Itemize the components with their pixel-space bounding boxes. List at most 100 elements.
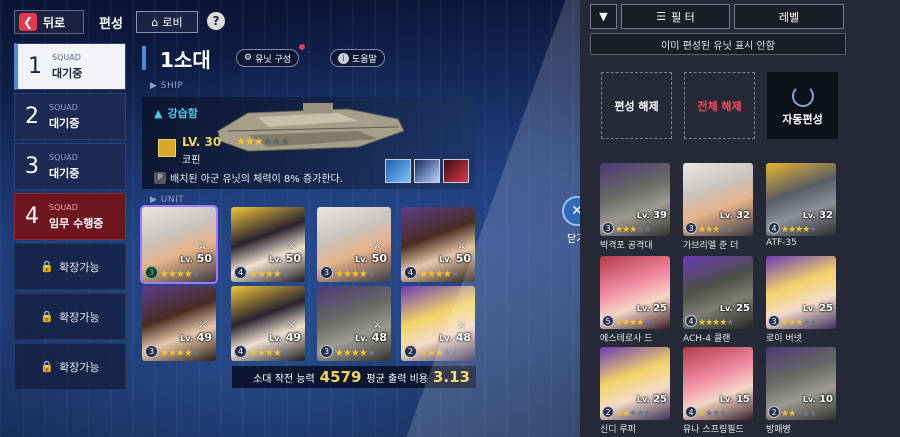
unit-config-label: 유닛 구성 — [255, 54, 292, 65]
locked-slot-1[interactable]: 🔒 확장가능 — [14, 243, 126, 290]
unit-level: Lv. 50 — [355, 252, 387, 265]
roster-name: 유나 스프링필드 — [683, 425, 744, 435]
unit-level: Lv. 49 — [180, 331, 212, 344]
roster-rank: 4 — [685, 315, 697, 327]
unit-level: Lv. 48 — [439, 331, 471, 344]
locked-slot-label: 확장가능 — [59, 310, 100, 324]
unit-config-button[interactable]: ⚙ 유닛 구성 — [236, 49, 300, 67]
roster-stars: ★★★★★ — [615, 225, 651, 235]
ship-panel[interactable]: ▲ 강습함 LV. 30 ★★★★★★ 코핀 P 배치된 아군 유닛의 체력이 … — [142, 97, 475, 189]
sort-select[interactable]: 레벨 — [734, 4, 844, 29]
unit-card-5[interactable]: ⚔ Lv. 49 3 ★★★★★ — [142, 286, 216, 361]
roster-level: Lv. 10 — [802, 394, 833, 405]
squad-number: 4 — [25, 204, 39, 229]
squad-number: 3 — [25, 154, 39, 179]
unit-rank: 3 — [145, 345, 158, 358]
back-button[interactable]: ❮ 뒤로 — [14, 10, 84, 34]
roster-level: Lv. 25 — [802, 303, 833, 314]
unit-card-8[interactable]: ⚔ Lv. 48 2 ★★★★★ — [401, 286, 475, 361]
page-title: 편성 — [99, 17, 123, 32]
squad-tab-1[interactable]: 1 SQUAD 대기중 — [14, 43, 126, 90]
squad-tag: SQUAD — [49, 203, 78, 212]
roster-card-7[interactable]: Lv. 25 2 ★★★★★ — [600, 347, 670, 420]
sort-order-button[interactable]: ▼ — [590, 4, 617, 29]
unit-card-1[interactable]: ⚔ Lv. 50 3 ★★★★★ — [140, 205, 218, 284]
squad-tab-3[interactable]: 3 SQUAD 대기중 — [14, 143, 126, 190]
auto-assign-label: 자동편성 — [782, 112, 823, 126]
release-all-button[interactable]: 전체 해제 — [684, 72, 755, 139]
locked-slot-2[interactable]: 🔒 확장가능 — [14, 293, 126, 340]
help-button[interactable]: ? — [207, 12, 225, 30]
unit-stars: ★★★★★ — [160, 269, 201, 280]
locked-slot-3[interactable]: 🔒 확장가능 — [14, 343, 126, 390]
squad-power-bar: 소대 작전 능력 4579 평균 출력 비용 3.13 — [232, 366, 476, 388]
roster-name: ATF-35 — [766, 238, 797, 248]
hide-assigned-toggle[interactable]: 이미 편성된 유닛 표시 안함 — [590, 33, 846, 55]
lock-icon: 🔒 — [40, 310, 55, 323]
ship-section-label: ▶ SHIP — [150, 81, 183, 91]
filter-button[interactable]: ☰ 필 터 — [621, 4, 730, 29]
back-label: 뒤로 — [43, 15, 66, 30]
caret-down-icon: ▼ — [599, 10, 608, 23]
unit-icon: ▶ — [150, 195, 158, 205]
skill-shield-icon[interactable] — [385, 159, 411, 183]
unit-level: Lv. 49 — [269, 331, 301, 344]
roster-card-8[interactable]: Lv. 15 4 ★★★★★ — [683, 347, 753, 420]
roster-card-5[interactable]: Lv. 25 4 ★★★★★ — [683, 256, 753, 329]
assault-ship-icon: ▲ — [154, 106, 163, 120]
unit-card-2[interactable]: ⚔ Lv. 50 4 ★★★★★ — [231, 207, 305, 282]
roster-rank: 3 — [685, 222, 697, 234]
unit-stars: ★★★★★ — [419, 348, 460, 359]
info-icon: i — [338, 52, 349, 64]
refresh-icon — [791, 84, 814, 107]
locked-slot-label: 확장가능 — [59, 360, 100, 374]
roster-panel: ▼ ☰ 필 터 레벨 이미 편성된 유닛 표시 안함 편성 해제 전체 해제 자… — [580, 0, 900, 437]
unit-card-4[interactable]: ⚔ Lv. 50 4 ★★★★★ — [401, 207, 475, 282]
roster-rank: 3 — [602, 222, 614, 234]
squad-list: 1 SQUAD 대기중 2 SQUAD 대기중 3 SQUAD 대기중 4 SQ… — [14, 43, 126, 393]
unit-rank: 4 — [234, 266, 247, 279]
lock-icon: 🔒 — [40, 360, 55, 373]
roster-rank: 5 — [602, 315, 614, 327]
squad-name: 1소대 — [160, 48, 211, 72]
squad-number: 2 — [25, 104, 39, 129]
roster-card-3[interactable]: Lv. 32 4 ★★★★★ — [766, 163, 836, 236]
lobby-button[interactable]: ⌂ 로비 — [136, 11, 198, 33]
notification-dot — [299, 44, 305, 50]
help-guide-button[interactable]: i 도움말 — [330, 49, 385, 67]
unit-stars: ★★★★★ — [160, 348, 201, 359]
unit-stars: ★★★★★ — [335, 269, 376, 280]
roster-card-9[interactable]: Lv. 10 2 ★★★★★ — [766, 347, 836, 420]
roster-stars: ★★★★★ — [615, 318, 651, 328]
filter-label: 필 터 — [671, 10, 695, 24]
roster-level: Lv. 15 — [719, 394, 750, 405]
gear-icon: ⚙ — [244, 53, 253, 63]
squad-status: 대기중 — [49, 167, 80, 180]
roster-card-2[interactable]: Lv. 32 3 ★★★★★ — [683, 163, 753, 236]
roster-card-1[interactable]: Lv. 39 3 ★★★★★ — [600, 163, 670, 236]
squad-status: 대기중 — [49, 117, 80, 130]
roster-card-4[interactable]: Lv. 25 5 ★★★★★ — [600, 256, 670, 329]
auto-assign-button[interactable]: 자동편성 — [767, 72, 838, 139]
roster-card-6[interactable]: Lv. 25 3 ★★★★★ — [766, 256, 836, 329]
skill-slash-icon[interactable] — [443, 159, 469, 183]
roster-stars: ★★★★★ — [781, 409, 817, 419]
top-bar: ❮ 뒤로 편성 ⌂ 로비 ? — [0, 0, 580, 40]
unit-card-6[interactable]: ⚔ Lv. 49 4 ★★★★★ — [231, 286, 305, 361]
chevron-left-icon: ❮ — [19, 13, 37, 31]
unit-stars: ★★★★★ — [249, 348, 290, 359]
unit-card-7[interactable]: ⚔ Lv. 48 3 ★★★★★ — [317, 286, 391, 361]
locked-slot-label: 확장가능 — [59, 260, 100, 274]
squad-tab-4[interactable]: 4 SQUAD 임무 수행중 — [14, 193, 126, 240]
sort-label: 레벨 — [778, 10, 800, 24]
ship-image — [217, 103, 405, 152]
unit-level: Lv. 48 — [355, 331, 387, 344]
squad-tab-2[interactable]: 2 SQUAD 대기중 — [14, 93, 126, 140]
roster-name: ACH-4 클랜 — [683, 334, 731, 344]
lock-icon: 🔒 — [40, 260, 55, 273]
squad-number: 1 — [28, 54, 42, 79]
release-button[interactable]: 편성 해제 — [601, 72, 672, 139]
unit-level: Lv. 50 — [439, 252, 471, 265]
unit-card-3[interactable]: ⚔ Lv. 50 3 ★★★★★ — [317, 207, 391, 282]
skill-burst-icon[interactable] — [414, 159, 440, 183]
